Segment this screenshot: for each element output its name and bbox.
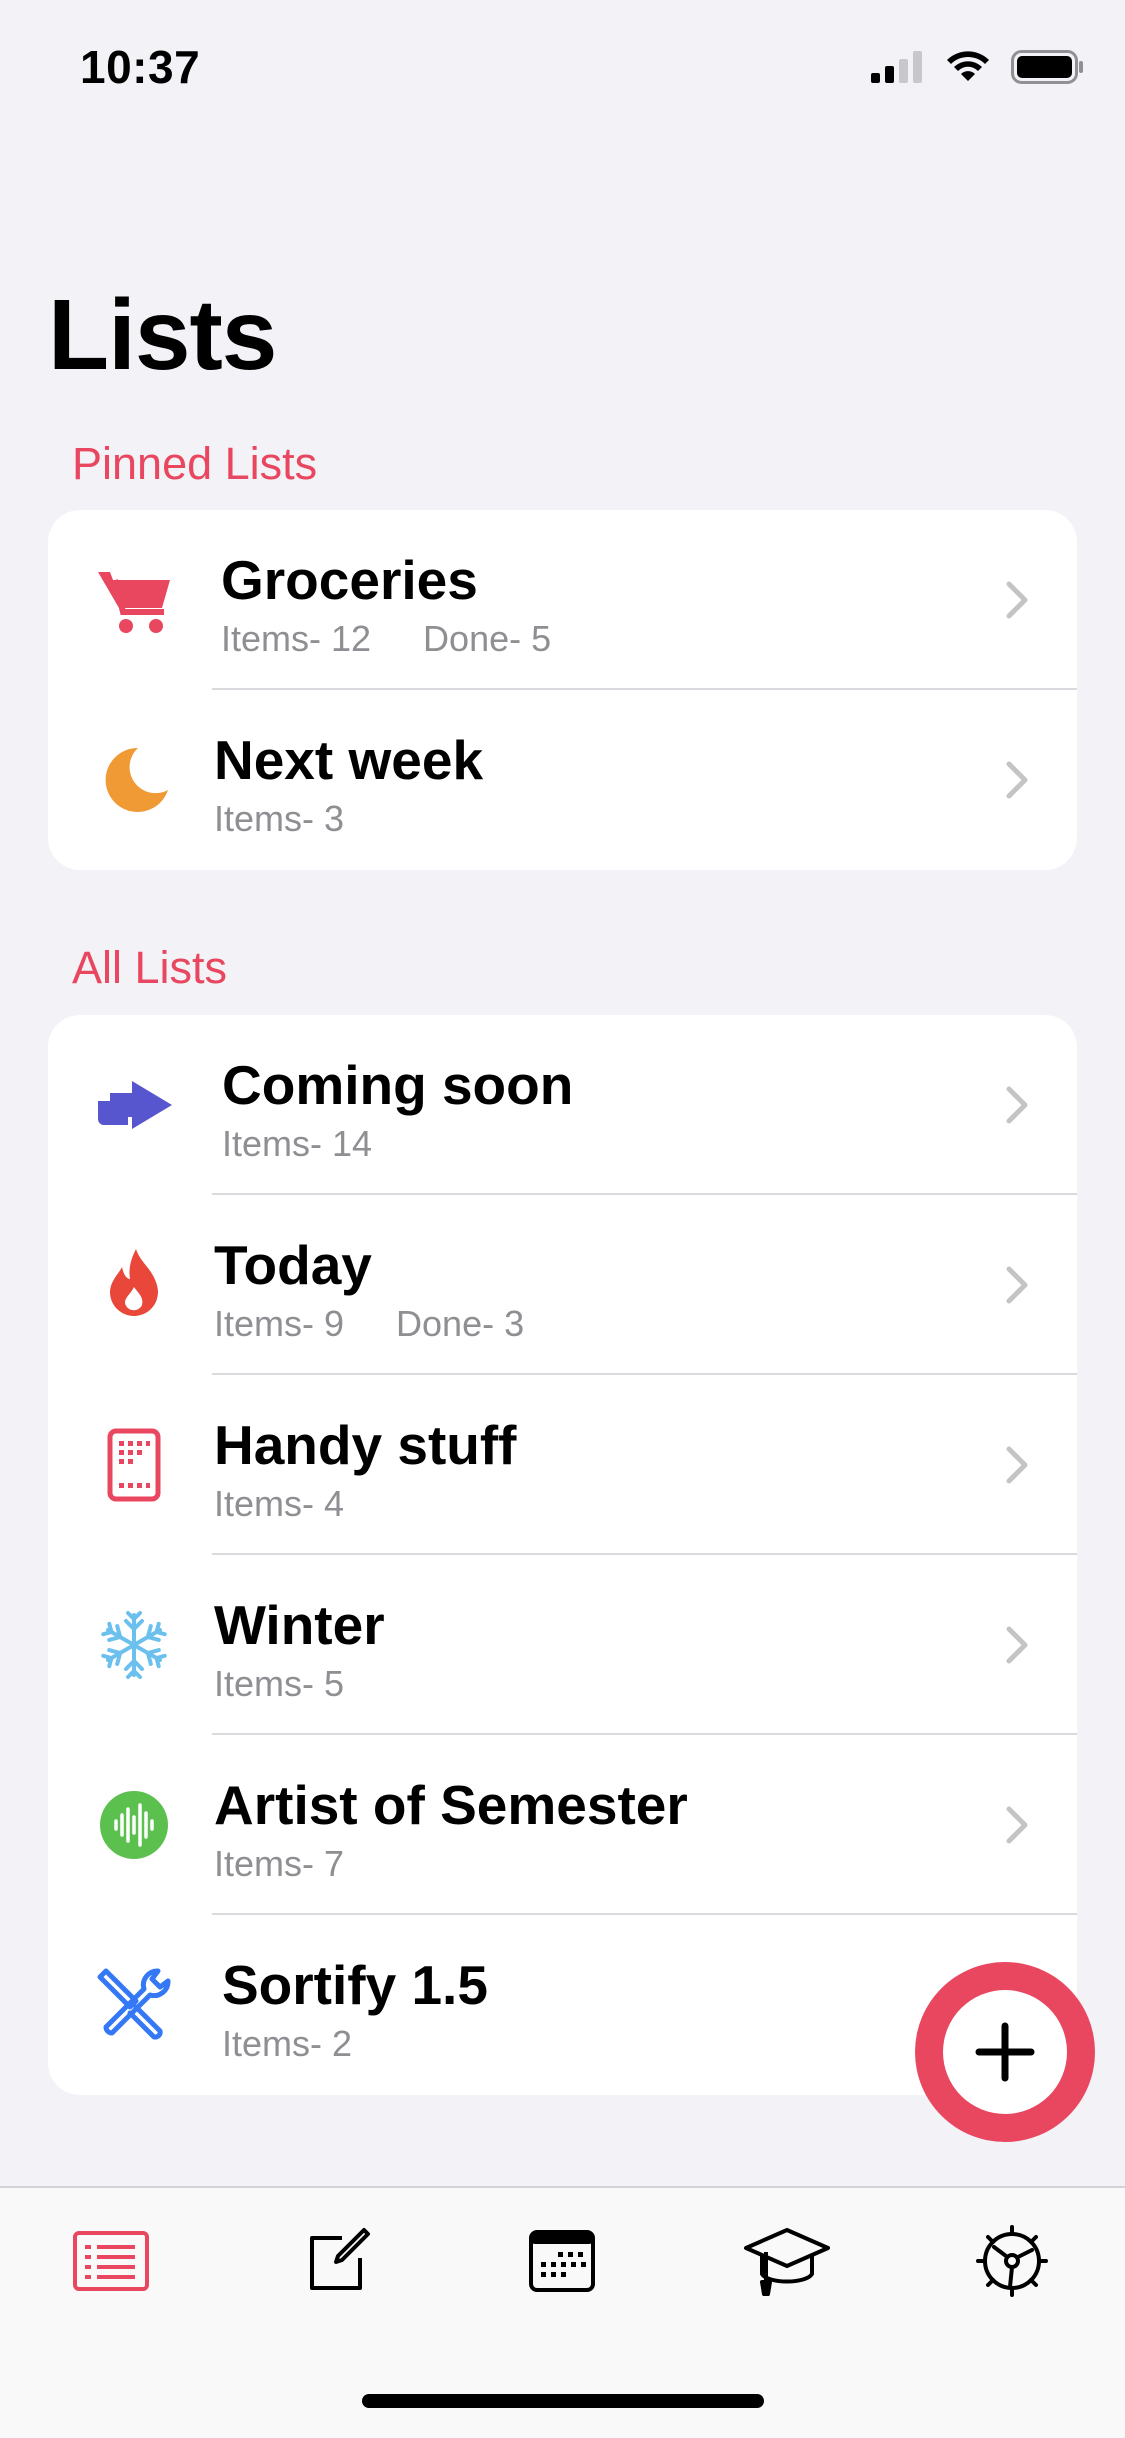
items-count: Items- 2 (222, 2023, 353, 2064)
snowflake-icon (90, 1601, 178, 1689)
list-row-handy-stuff[interactable]: Handy stuff Items- 4 (48, 1375, 1077, 1555)
tab-calendar[interactable] (512, 2216, 612, 2306)
waveform-icon (90, 1781, 178, 1869)
list-name: Groceries (221, 549, 478, 611)
list-name: Today (214, 1234, 372, 1296)
tab-settings[interactable] (962, 2216, 1062, 2306)
calendar-icon (529, 2230, 595, 2292)
list-meta: Items- 3 (214, 798, 344, 840)
tab-learn[interactable] (737, 2216, 837, 2306)
add-button-inner (943, 1990, 1067, 2114)
chevron-right-icon (1006, 761, 1028, 799)
list-meta: Items- 7 (214, 1843, 344, 1885)
list-name: Artist of Semester (214, 1774, 688, 1836)
settings-wheel-icon (976, 2225, 1048, 2297)
items-count: Items- 14 (222, 1123, 373, 1164)
list-meta: Items- 9 Done- 3 (214, 1303, 524, 1345)
list-name: Winter (214, 1594, 385, 1656)
list-meta: Items- 5 (214, 1663, 344, 1705)
chevron-right-icon (1006, 1266, 1028, 1304)
page-title: Lists (48, 279, 277, 391)
list-meta: Items- 12 Done- 5 (221, 618, 551, 660)
all-lists-header: All Lists (72, 942, 228, 993)
items-count: Items- 4 (214, 1483, 345, 1524)
chevron-right-icon (1006, 1086, 1028, 1124)
flame-icon (90, 1241, 178, 1329)
list-name: Sortify 1.5 (222, 1954, 488, 2016)
compose-icon (310, 2228, 370, 2290)
home-indicator (362, 2394, 764, 2408)
tab-lists[interactable] (61, 2216, 161, 2306)
done-count: Done- 5 (423, 618, 552, 659)
list-row-today[interactable]: Today Items- 9 Done- 3 (48, 1195, 1077, 1375)
chevron-right-icon (1006, 581, 1028, 619)
pinned-lists-card: Groceries Items- 12 Done- 5 Next week It… (48, 510, 1077, 870)
status-bar: 10:37 (0, 0, 1125, 140)
list-row-artist-of-semester[interactable]: Artist of Semester Items- 7 (48, 1735, 1077, 1915)
tab-compose[interactable] (287, 2216, 387, 2306)
all-lists-card: Coming soon Items- 14 Today Items- 9 Don… (48, 1015, 1077, 2095)
plus-icon (975, 2022, 1035, 2082)
pinned-lists-header: Pinned Lists (72, 438, 318, 489)
list-row-groceries[interactable]: Groceries Items- 12 Done- 5 (48, 510, 1077, 690)
list-meta: Items- 14 (222, 1123, 372, 1165)
list-icon (73, 2231, 149, 2291)
list-row-coming-soon[interactable]: Coming soon Items- 14 (48, 1015, 1077, 1195)
items-count: Items- 5 (214, 1663, 345, 1704)
graduation-cap-icon (744, 2228, 830, 2296)
done-count: Done- 3 (396, 1303, 525, 1344)
tools-icon (90, 1961, 178, 2049)
moon-icon (90, 736, 178, 824)
items-count: Items- 7 (214, 1843, 345, 1884)
list-meta: Items- 4 (214, 1483, 344, 1525)
status-icons (871, 50, 1085, 84)
wifi-icon (947, 51, 989, 81)
arrows-swap-icon (90, 1061, 178, 1149)
chevron-right-icon (1006, 1626, 1028, 1664)
list-name: Next week (214, 729, 484, 791)
cellular-signal-icon (871, 51, 922, 83)
items-count: Items- 3 (214, 798, 345, 839)
list-name: Handy stuff (214, 1414, 517, 1476)
battery-icon (1011, 50, 1083, 84)
chevron-right-icon (1006, 1446, 1028, 1484)
list-meta: Items- 2 (222, 2023, 352, 2065)
calculator-icon (90, 1421, 178, 1509)
items-count: Items- 12 (221, 618, 372, 659)
add-list-button[interactable] (915, 1962, 1095, 2142)
status-time: 10:37 (80, 41, 201, 93)
list-row-winter[interactable]: Winter Items- 5 (48, 1555, 1077, 1735)
list-row-next-week[interactable]: Next week Items- 3 (48, 690, 1077, 870)
cart-icon (90, 556, 178, 644)
list-name: Coming soon (222, 1054, 574, 1116)
items-count: Items- 9 (214, 1303, 345, 1344)
chevron-right-icon (1006, 1806, 1028, 1844)
